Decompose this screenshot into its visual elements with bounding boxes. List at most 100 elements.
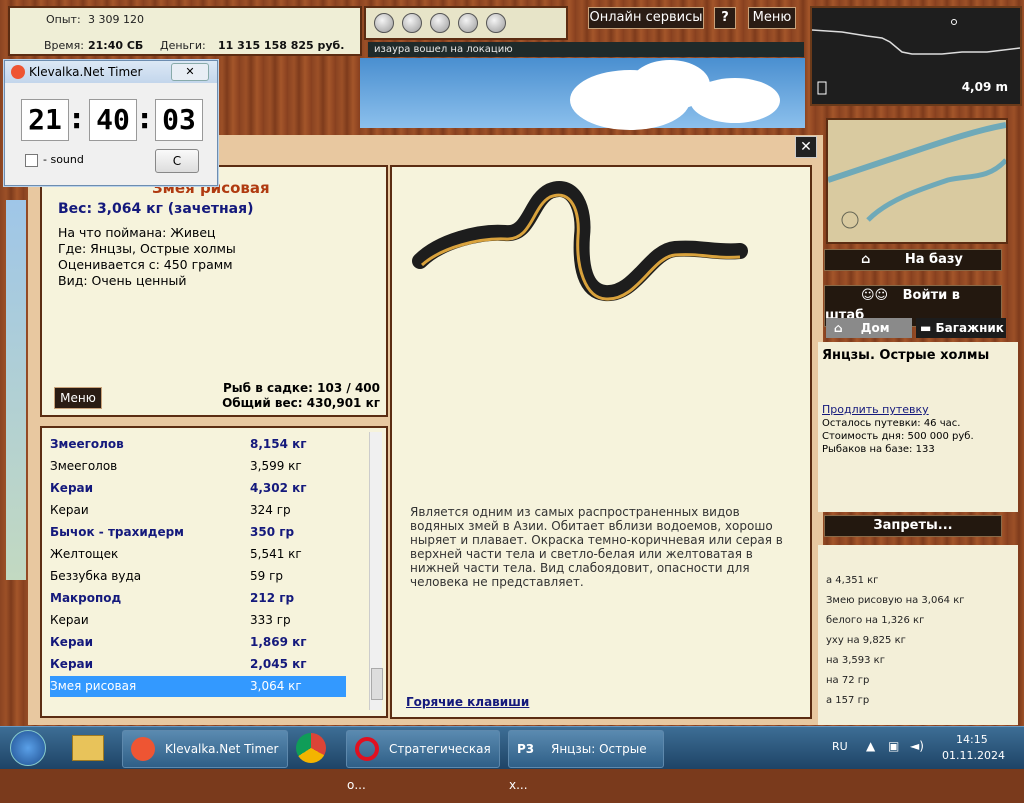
table-row[interactable]: Кераи 4,302 кг [50,478,346,499]
to-base-button[interactable]: ⌂ На базу [824,249,1002,271]
help-button[interactable]: ? [714,7,736,29]
table-row[interactable]: Змея рисовая 3,064 кг [50,676,346,697]
table-row[interactable]: Кераи 1,869 кг [50,632,346,653]
fish-menu-button[interactable]: Меню [54,387,102,409]
bans-button[interactable]: Запреты... [824,515,1002,537]
bell-icon[interactable] [402,13,422,33]
table-row[interactable]: Бычок - трахидерм 350 гр [50,522,346,543]
catch-name: Змея рисовая [50,679,137,693]
table-row[interactable]: Желтощек 5,541 кг [50,544,346,565]
catch-name: Желтощек [50,547,119,561]
timer-window[interactable]: Klevalka.Net Timer ✕ 21 : 40 : 03 - soun… [4,60,218,186]
list-item: Змею рисовую на 3,064 кг [826,595,965,606]
bell-icon[interactable] [458,13,478,33]
chrome-icon[interactable] [296,733,326,763]
sound-checkbox[interactable] [25,154,38,167]
language-indicator[interactable]: RU [832,740,848,753]
table-row[interactable]: Макропод 212 гр [50,588,346,609]
depth-value: 4,09 m [961,80,1008,94]
network-icon[interactable]: ▣ [888,739,899,753]
bell-icon[interactable] [430,13,450,33]
fish-weight: Вес: 3,064 кг (зачетная) [58,201,254,217]
timer-sep: : [139,102,151,135]
catch-weight: 324 гр [250,503,291,517]
extend-permit-link[interactable]: Продлить путевку [822,403,929,416]
catch-name: Бычок - трахидерм [50,525,184,539]
task-timer[interactable]: Klevalka.Net Timer [122,730,288,768]
catch-weight: 5,541 кг [250,547,302,561]
catch-name: Беззубка вуда [50,569,142,583]
tab-home[interactable]: ⌂ Дом [826,318,912,338]
map-rivers-icon [827,122,1008,229]
money-value: 11 315 158 825 руб. [218,39,345,52]
fish-kind: Вид: Очень ценный [58,273,187,288]
tab-trunk[interactable]: ▬ Багажник [916,318,1006,338]
list-item: а 157 гр [826,695,870,706]
taskbar: Klevalka.Net Timer Стратегическая о... P… [0,726,1024,792]
clear-button[interactable]: C [155,149,199,173]
catch-weight: 333 гр [250,613,291,627]
exp-label: Опыт: [46,13,81,26]
top-menu-button[interactable]: Меню [748,7,796,29]
catch-name: Макропод [50,591,122,605]
fish-where: Где: Янцзы, Острые холмы [58,241,236,256]
location-panel: Янцзы. Острые холмы Продлить путевку Ост… [818,342,1018,512]
timer-sep: : [71,102,83,135]
timer-hours: 21 [21,99,69,141]
scrollbar[interactable] [369,432,383,710]
online-services-button[interactable]: Онлайн сервисы [588,7,704,29]
volume-icon[interactable]: ◄) [910,739,924,753]
catch-name: Кераи [50,503,89,517]
money-label: Деньги: [160,39,206,52]
table-row[interactable]: Кераи 2,045 кг [50,654,346,675]
table-row[interactable]: Кераи 324 гр [50,500,346,521]
start-button[interactable] [10,730,46,766]
chat-message-bar: изаура вошел на локацию [368,42,804,57]
task-opera[interactable]: Стратегическая о... [346,730,500,792]
hotkeys-link[interactable]: Горячие клавиши [406,695,529,709]
catch-name: Кераи [50,613,89,627]
close-icon[interactable]: ✕ [171,63,209,81]
table-row[interactable]: Беззубка вуда 59 гр [50,566,346,587]
home-icon: ⌂ [834,321,843,335]
tray-arrow-icon[interactable]: ▲ [866,739,875,753]
table-row[interactable]: Кераи 333 гр [50,610,346,631]
opera-icon [355,737,379,761]
fish-min: Оценивается с: 450 грамм [58,257,233,272]
location-map[interactable] [826,118,1008,244]
depth-profile: 4,09 m [810,6,1022,106]
folder-icon[interactable] [72,735,104,761]
timer-seconds: 03 [155,99,203,141]
day-cost: Стоимость дня: 500 000 руб. [822,431,974,442]
permit-left: Осталось путевки: 46 час. [822,418,961,429]
fish-bait: На что поймана: Живец [58,225,216,240]
fish-viewer: Является одним из самых распространенных… [390,165,812,719]
car-icon: ▬ [920,321,932,335]
time-label: Время: [44,39,84,52]
close-icon[interactable]: ✕ [795,136,817,158]
catch-weight: 1,869 кг [250,635,307,649]
exp-value: 3 309 120 [88,13,144,26]
catch-name: Кераи [50,481,94,495]
player-stats: Опыт: 3 309 120 Время: 21:40 СБ Деньги: … [8,6,362,56]
bell-icon[interactable] [374,13,394,33]
catch-name: Змееголов [50,437,124,451]
task-game[interactable]: P3 Янцзы: Острые х... [508,730,664,792]
timer-titlebar[interactable]: Klevalka.Net Timer ✕ [5,61,217,83]
fish-description: Является одним из самых распространенных… [410,505,783,589]
scenery-strip [6,200,26,580]
catch-list[interactable]: Змееголов 8,154 кг Змееголов 3,599 кг Кераи 4… [40,426,388,718]
location-name: Янцзы. Острые холмы [822,348,990,363]
sky-view [360,58,805,130]
people-icon: ☺☺ [861,288,889,303]
bell-icon[interactable] [486,13,506,33]
catch-weight: 59 гр [250,569,284,583]
total-weight: Общий вес: 430,901 кг [222,396,380,410]
game-icon: P3 [517,742,535,756]
table-row[interactable]: Змееголов 3,599 кг [50,456,346,477]
fish-info: Змея рисовая Вес: 3,064 кг (зачетная) На… [40,165,388,417]
clock-date: 01.11.2024 [942,749,1005,762]
list-item: а 4,351 кг [826,575,879,586]
table-row[interactable]: Змееголов 8,154 кг [50,434,346,455]
list-item: на 72 гр [826,675,870,686]
